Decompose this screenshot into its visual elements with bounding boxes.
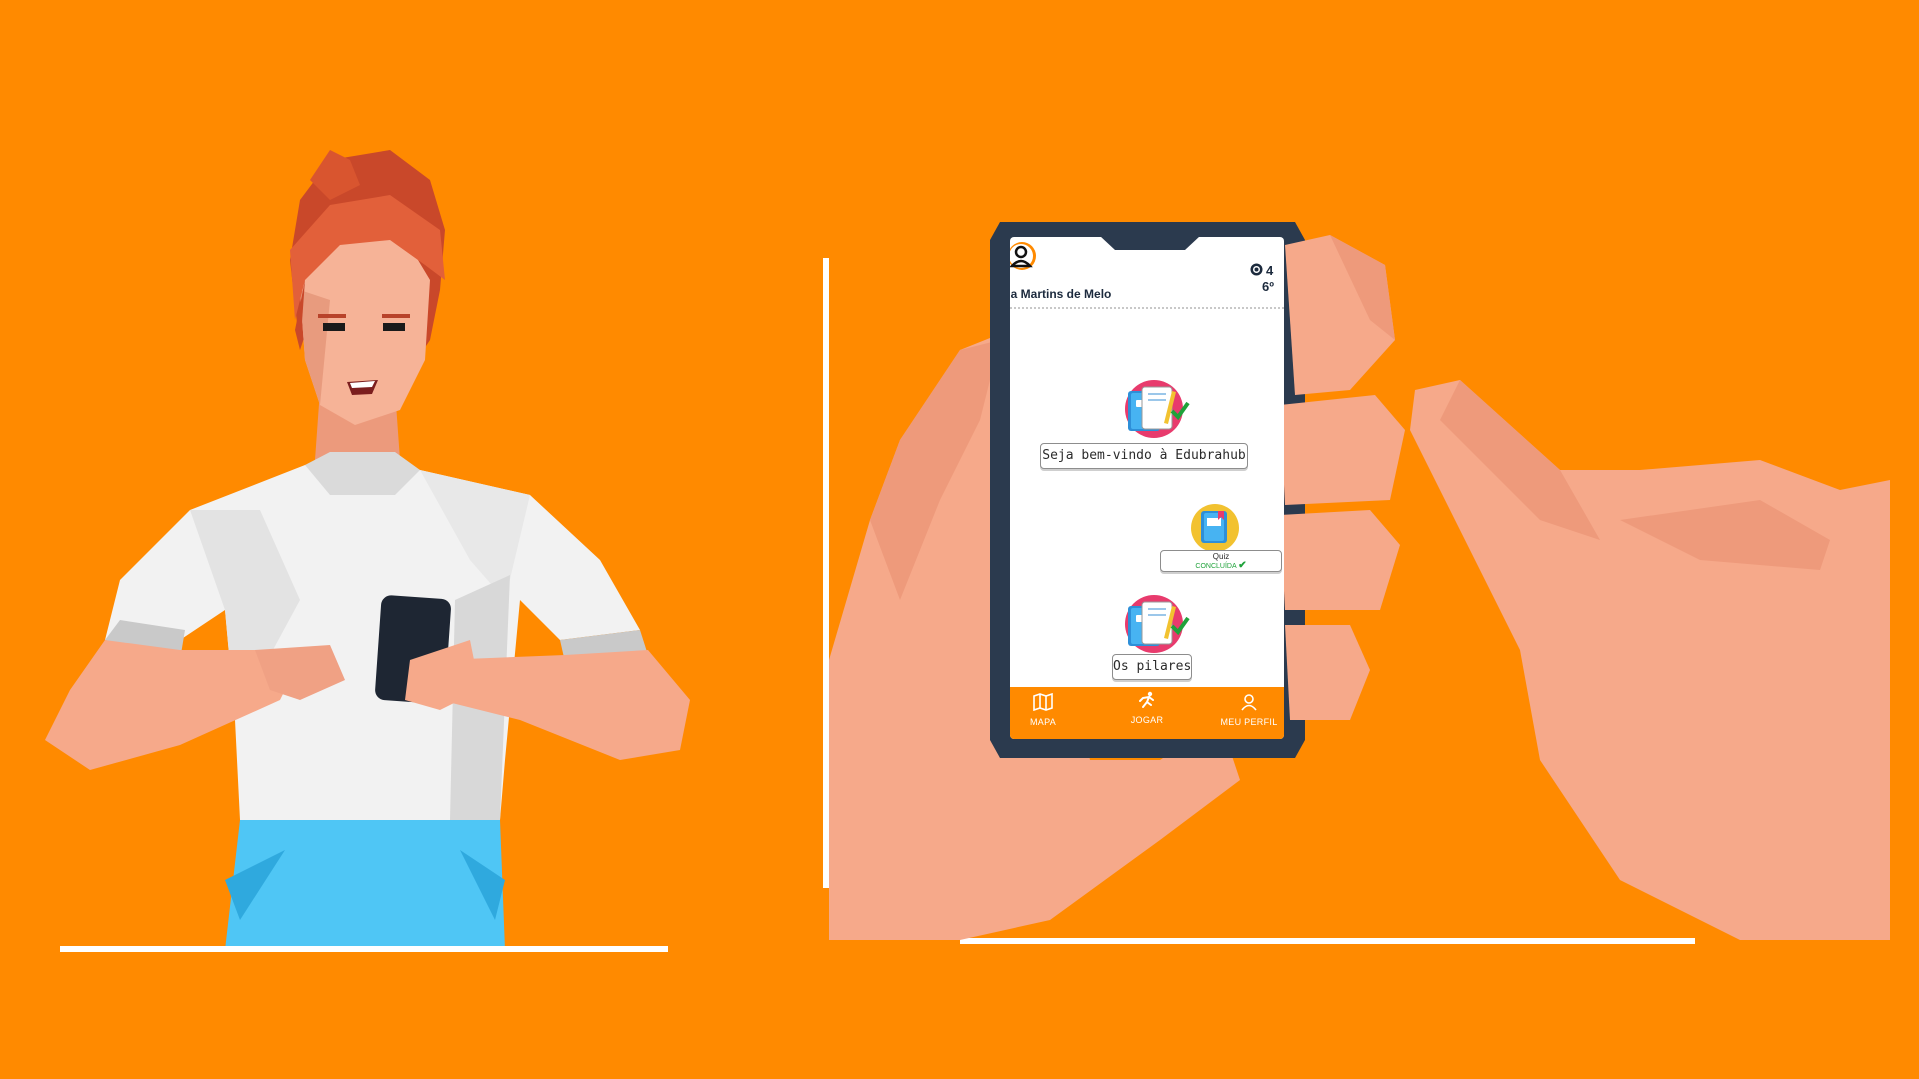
- animation-frame: lia Martins de Melo 4 6º Seja bem-vindo …: [0, 0, 1919, 1079]
- phone-notch: [1100, 236, 1200, 250]
